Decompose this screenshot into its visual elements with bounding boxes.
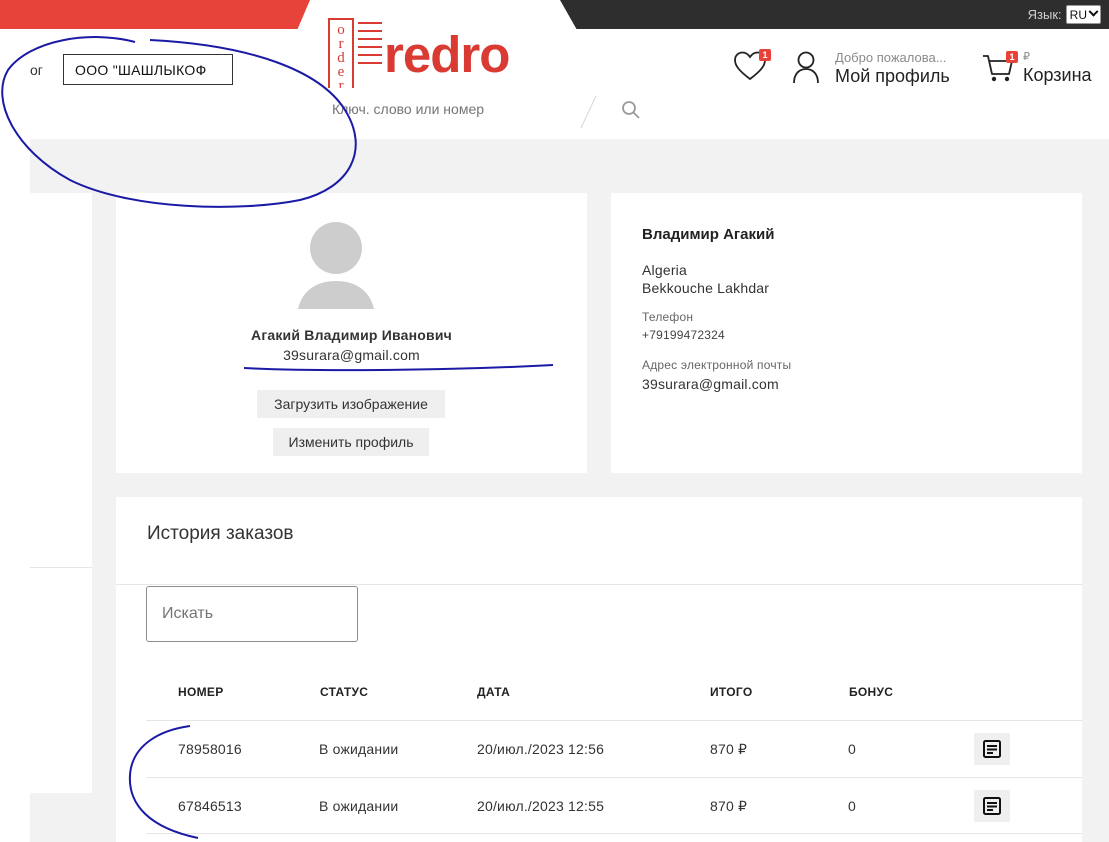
logo-lines <box>358 22 382 70</box>
column-header-number: НОМЕР <box>178 685 224 699</box>
language-switcher: Язык: RU <box>1028 5 1101 24</box>
chevron-down-icon <box>1088 6 1099 17</box>
email-label: Адрес электронной почты <box>642 358 792 372</box>
edit-profile-button[interactable]: Изменить профиль <box>273 428 429 456</box>
top-bar-red-band <box>0 0 310 29</box>
contact-address: Bekkouche Lakhdar <box>642 280 770 296</box>
orders-search-input[interactable] <box>146 586 358 642</box>
top-bar-dark-band <box>560 0 1109 29</box>
top-bar: Язык: RU <box>0 0 1109 29</box>
header: ог ООО "ШАШЛЫКОФ order redro 1 Добро пож… <box>0 18 1109 139</box>
order-total: 870 ₽ <box>710 741 748 757</box>
order-details-button[interactable] <box>974 733 1010 765</box>
document-icon <box>983 797 1001 815</box>
profile-welcome-text: Добро пожалова... <box>835 50 947 65</box>
company-selector[interactable]: ООО "ШАШЛЫКОФ <box>63 54 233 85</box>
order-number: 67846513 <box>178 798 242 814</box>
profile-email: 39surara@gmail.com <box>283 347 420 363</box>
contact-info-card: Владимир Агакий Algeria Bekkouche Lakhda… <box>611 193 1082 473</box>
language-label: Язык: <box>1027 7 1062 22</box>
email-value: 39surara@gmail.com <box>642 376 779 392</box>
order-total: 870 ₽ <box>710 798 748 814</box>
order-number: 78958016 <box>178 741 242 757</box>
order-bonus: 0 <box>848 798 856 814</box>
left-page-edge <box>0 139 30 842</box>
language-select[interactable]: RU <box>1065 5 1101 24</box>
logo[interactable]: order redro <box>328 10 548 98</box>
cart-icon-button[interactable]: 1 <box>981 50 1018 84</box>
search-bar <box>188 88 672 134</box>
phone-value: +79199472324 <box>642 328 725 342</box>
upload-image-button[interactable]: Загрузить изображение <box>257 390 445 418</box>
order-status: В ожидании <box>319 741 399 757</box>
search-icon[interactable] <box>621 100 641 120</box>
logo-wordmark: redro <box>384 26 510 83</box>
search-input[interactable] <box>268 101 548 117</box>
avatar-placeholder[interactable] <box>296 221 376 311</box>
order-status: В ожидании <box>319 798 399 814</box>
contact-country: Algeria <box>642 262 687 278</box>
user-icon <box>793 51 819 84</box>
cart-total: ₽ <box>1023 51 1030 63</box>
order-date: 20/июл./2023 12:56 <box>477 741 605 757</box>
order-history-title: История заказов <box>147 523 294 544</box>
cart-label: Корзина <box>1023 65 1092 85</box>
column-header-date: ДАТА <box>477 685 511 699</box>
cart-link[interactable]: ₽ Корзина <box>1023 50 1092 86</box>
wishlist-button[interactable]: 1 <box>733 49 771 86</box>
column-header-status: СТАТУС <box>320 685 369 699</box>
search-divider <box>580 95 597 129</box>
column-header-bonus: БОНУС <box>849 685 894 699</box>
order-date: 20/июл./2023 12:55 <box>477 798 605 814</box>
account-sidebar <box>30 193 92 793</box>
profile-full-name: Агакий Владимир Иванович <box>251 327 452 343</box>
order-bonus: 0 <box>848 741 856 757</box>
document-icon <box>983 740 1001 758</box>
order-details-button[interactable] <box>974 790 1010 822</box>
catalog-link[interactable]: ог <box>30 62 43 78</box>
logo-order-mark: order <box>328 18 354 98</box>
table-row: 78958016 В ожидании 20/июл./2023 12:56 8… <box>146 720 1082 777</box>
profile-icon-button[interactable] <box>792 50 822 84</box>
column-header-total: ИТОГО <box>710 685 753 699</box>
profile-label: Мой профиль <box>835 66 950 86</box>
profile-link[interactable]: Добро пожалова... Мой профиль <box>835 50 950 87</box>
wishlist-badge: 1 <box>759 49 771 61</box>
order-history-card: История заказов НОМЕР СТАТУС ДАТА ИТОГО … <box>116 497 1082 842</box>
language-value: RU <box>1069 7 1087 22</box>
phone-label: Телефон <box>642 310 694 324</box>
contact-name: Владимир Агакий <box>642 226 775 243</box>
table-row: 67846513 В ожидании 20/июл./2023 12:55 8… <box>146 777 1082 834</box>
sidebar-divider <box>30 567 92 568</box>
order-history-divider <box>116 584 1082 585</box>
profile-card: Агакий Владимир Иванович 39surara@gmail.… <box>116 193 587 473</box>
cart-badge: 1 <box>1006 51 1018 63</box>
